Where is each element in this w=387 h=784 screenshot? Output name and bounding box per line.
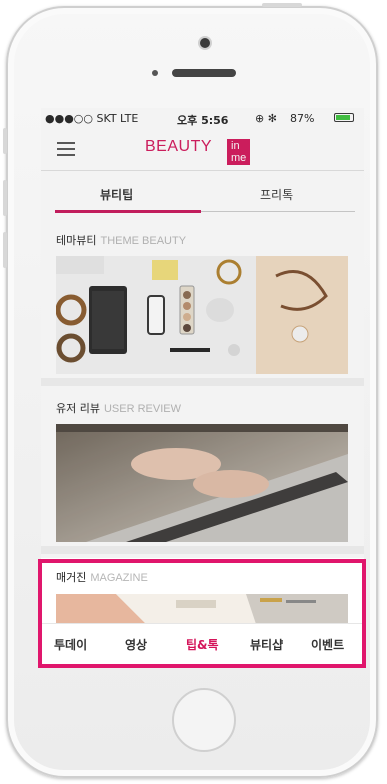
section-separator	[41, 378, 364, 386]
logo-badge: in me	[227, 139, 251, 165]
proximity-sensor	[152, 70, 158, 76]
section-title-user-review[interactable]: 유저 리뷰 USER REVIEW	[56, 400, 181, 416]
status-icons: ⊕ ✻	[255, 112, 277, 125]
section-title-ko: 유저 리뷰	[56, 402, 100, 415]
battery-fill	[336, 115, 350, 120]
battery-percent: 87%	[290, 112, 315, 125]
home-button[interactable]	[172, 688, 236, 752]
tab-divider	[201, 211, 355, 212]
logo-text: BEAUTY	[145, 138, 213, 155]
section-title-theme-beauty[interactable]: 테마뷰티 THEME BEAUTY	[56, 232, 186, 248]
theme-beauty-image[interactable]	[56, 256, 348, 374]
user-review-image[interactable]	[56, 424, 348, 542]
highlight-annotation-box	[38, 559, 366, 668]
status-bar: ●●●○○ SKT LTE 오후 5:56 ⊕ ✻ 87%	[41, 108, 364, 128]
volume-down-button	[3, 232, 7, 268]
carrier-label: ●●●○○ SKT	[45, 112, 117, 125]
volume-up-button	[3, 180, 7, 216]
network-label: LTE	[120, 112, 139, 125]
flatlay-illustration	[56, 256, 348, 374]
section-separator	[41, 546, 364, 554]
section-title-en: USER REVIEW	[103, 403, 181, 415]
active-tab-indicator	[55, 210, 201, 213]
content-tabs: 뷰티팁 프리톡	[55, 182, 355, 213]
power-button	[262, 3, 302, 7]
section-title-en: THEME BEAUTY	[100, 235, 187, 247]
battery-icon	[334, 113, 354, 122]
front-camera	[200, 38, 210, 48]
hamburger-icon[interactable]	[57, 142, 75, 156]
section-title-ko: 테마뷰티	[56, 234, 97, 247]
laptop-typing-illustration	[56, 424, 348, 542]
tab-free-talk[interactable]: 프리톡	[260, 186, 293, 203]
clock: 오후 5:56	[177, 114, 229, 127]
tab-beauty-tip[interactable]: 뷰티팁	[100, 186, 133, 203]
header-bar: BEAUTY in me	[41, 130, 364, 171]
mute-switch	[3, 128, 7, 154]
earpiece-speaker	[172, 69, 236, 77]
